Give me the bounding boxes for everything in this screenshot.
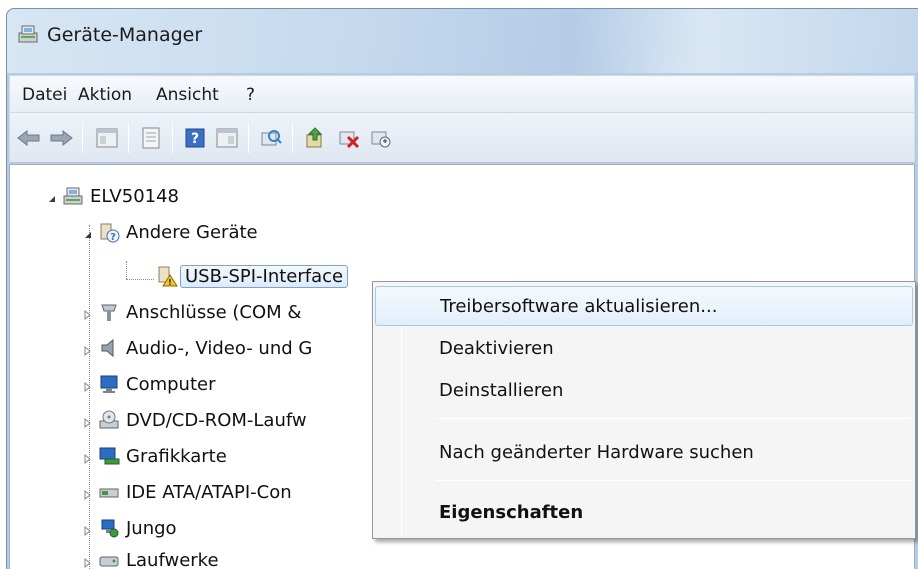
tree-label-anschluesse: Anschlüsse (COM & [126,301,302,323]
tree-label-jungo: Jungo [126,517,177,539]
tree-node-andere-geraete[interactable]: ? Andere Geräte [82,217,258,247]
tree-node-ide-ata-atapi[interactable]: IDE ATA/ATAPI-Con [82,477,292,507]
update-driver-icon[interactable] [302,125,328,151]
tree-label-root: ELV50148 [90,185,179,207]
toolbar-separator [172,123,173,153]
view-icon[interactable] [214,125,240,151]
svg-text:?: ? [191,131,199,147]
menu-item-update-driver[interactable]: Treibersoftware aktualisieren... [375,286,913,326]
menu-ansicht[interactable]: Ansicht [156,85,219,105]
tree-connector [126,261,127,279]
disk-drive-icon [98,549,120,569]
collapsed-arrow-icon[interactable] [82,554,94,569]
tree-label-laufwerke: Laufwerke [126,549,219,569]
unknown-device-icon: ? [98,221,120,243]
collapsed-arrow-icon[interactable] [82,306,94,321]
window-title: Geräte-Manager [47,24,203,46]
tree-label-audio-video: Audio-, Video- und G [126,337,313,359]
expanded-arrow-icon[interactable] [46,190,58,202]
collapsed-arrow-icon[interactable] [82,414,94,429]
tree-node-computer[interactable]: Computer [82,369,215,399]
toolbar-separator [128,123,129,153]
toolbar-separator [82,123,83,153]
menu-item-disable[interactable]: Deaktivieren [375,328,913,368]
uninstall-icon[interactable] [336,125,362,151]
menu-bar: Datei Aktion Ansicht ? [9,75,915,113]
expanded-arrow-icon[interactable] [82,226,94,238]
tree-node-laufwerke[interactable]: Laufwerke [82,545,219,569]
toolbar-separator [248,123,249,153]
svg-text:?: ? [110,232,116,243]
menu-item-properties[interactable]: Eigenschaften [375,492,913,532]
menu-item-scan-hardware[interactable]: Nach geänderter Hardware suchen [375,432,913,472]
collapsed-arrow-icon[interactable] [82,342,94,357]
menu-separator [435,418,911,419]
tree-node-grafikkarte[interactable]: Grafikkarte [82,441,227,471]
menu-aktion[interactable]: Aktion [78,85,132,105]
menu-item-uninstall[interactable]: Deinstallieren [375,370,913,410]
tree-connector [126,279,154,280]
tree-node-dvd-cd-rom[interactable]: DVD/CD-ROM-Laufw [82,405,307,435]
tree-node-anschluesse[interactable]: Anschlüsse (COM & [82,297,301,327]
tree-label-andere-geraete: Andere Geräte [126,221,258,243]
menu-datei[interactable]: Datei [22,85,67,105]
tree-label-ide-ata-atapi: IDE ATA/ATAPI-Con [126,481,292,503]
tree-node-root[interactable]: ELV50148 [46,181,179,211]
tree-label-usb-spi-interface: USB-SPI-Interface [180,264,349,288]
properties-sheet-icon[interactable] [138,125,164,151]
forward-arrow-icon[interactable] [48,125,74,151]
optical-drive-icon [98,409,120,431]
menu-help[interactable]: ? [246,85,255,105]
port-icon [98,301,120,323]
scan-hardware-icon[interactable] [258,125,284,151]
speaker-icon [98,337,120,359]
collapsed-arrow-icon[interactable] [82,450,94,465]
collapsed-arrow-icon[interactable] [82,522,94,537]
warning-device-icon: ! [156,265,178,287]
show-hide-console-tree-icon[interactable] [94,125,120,151]
computer-icon [62,185,84,207]
toolbar: ? [9,113,915,163]
collapsed-arrow-icon[interactable] [82,378,94,393]
tree-label-grafikkarte: Grafikkarte [126,445,227,467]
context-menu: Treibersoftware aktualisieren... Deaktiv… [372,281,916,539]
tree-node-audio-video[interactable]: Audio-, Video- und G [82,333,312,363]
help-icon[interactable]: ? [182,125,208,151]
ide-controller-icon [98,481,120,503]
disable-icon[interactable] [368,125,394,151]
toolbar-separator [292,123,293,153]
display-adapter-icon [98,445,120,467]
svg-text:!: ! [168,278,172,287]
tree-node-jungo[interactable]: Jungo [82,513,177,543]
menu-separator [435,480,911,481]
back-arrow-icon[interactable] [16,125,42,151]
device-manager-icon [17,23,41,45]
tree-node-usb-spi-interface[interactable]: ! USB-SPI-Interface [156,261,349,291]
title-bar[interactable]: Geräte-Manager [7,9,918,73]
collapsed-arrow-icon[interactable] [82,486,94,501]
tree-label-dvd-cd-rom: DVD/CD-ROM-Laufw [126,409,307,431]
tree-label-computer: Computer [126,373,216,395]
monitor-icon [98,373,120,395]
network-device-icon [98,517,120,539]
